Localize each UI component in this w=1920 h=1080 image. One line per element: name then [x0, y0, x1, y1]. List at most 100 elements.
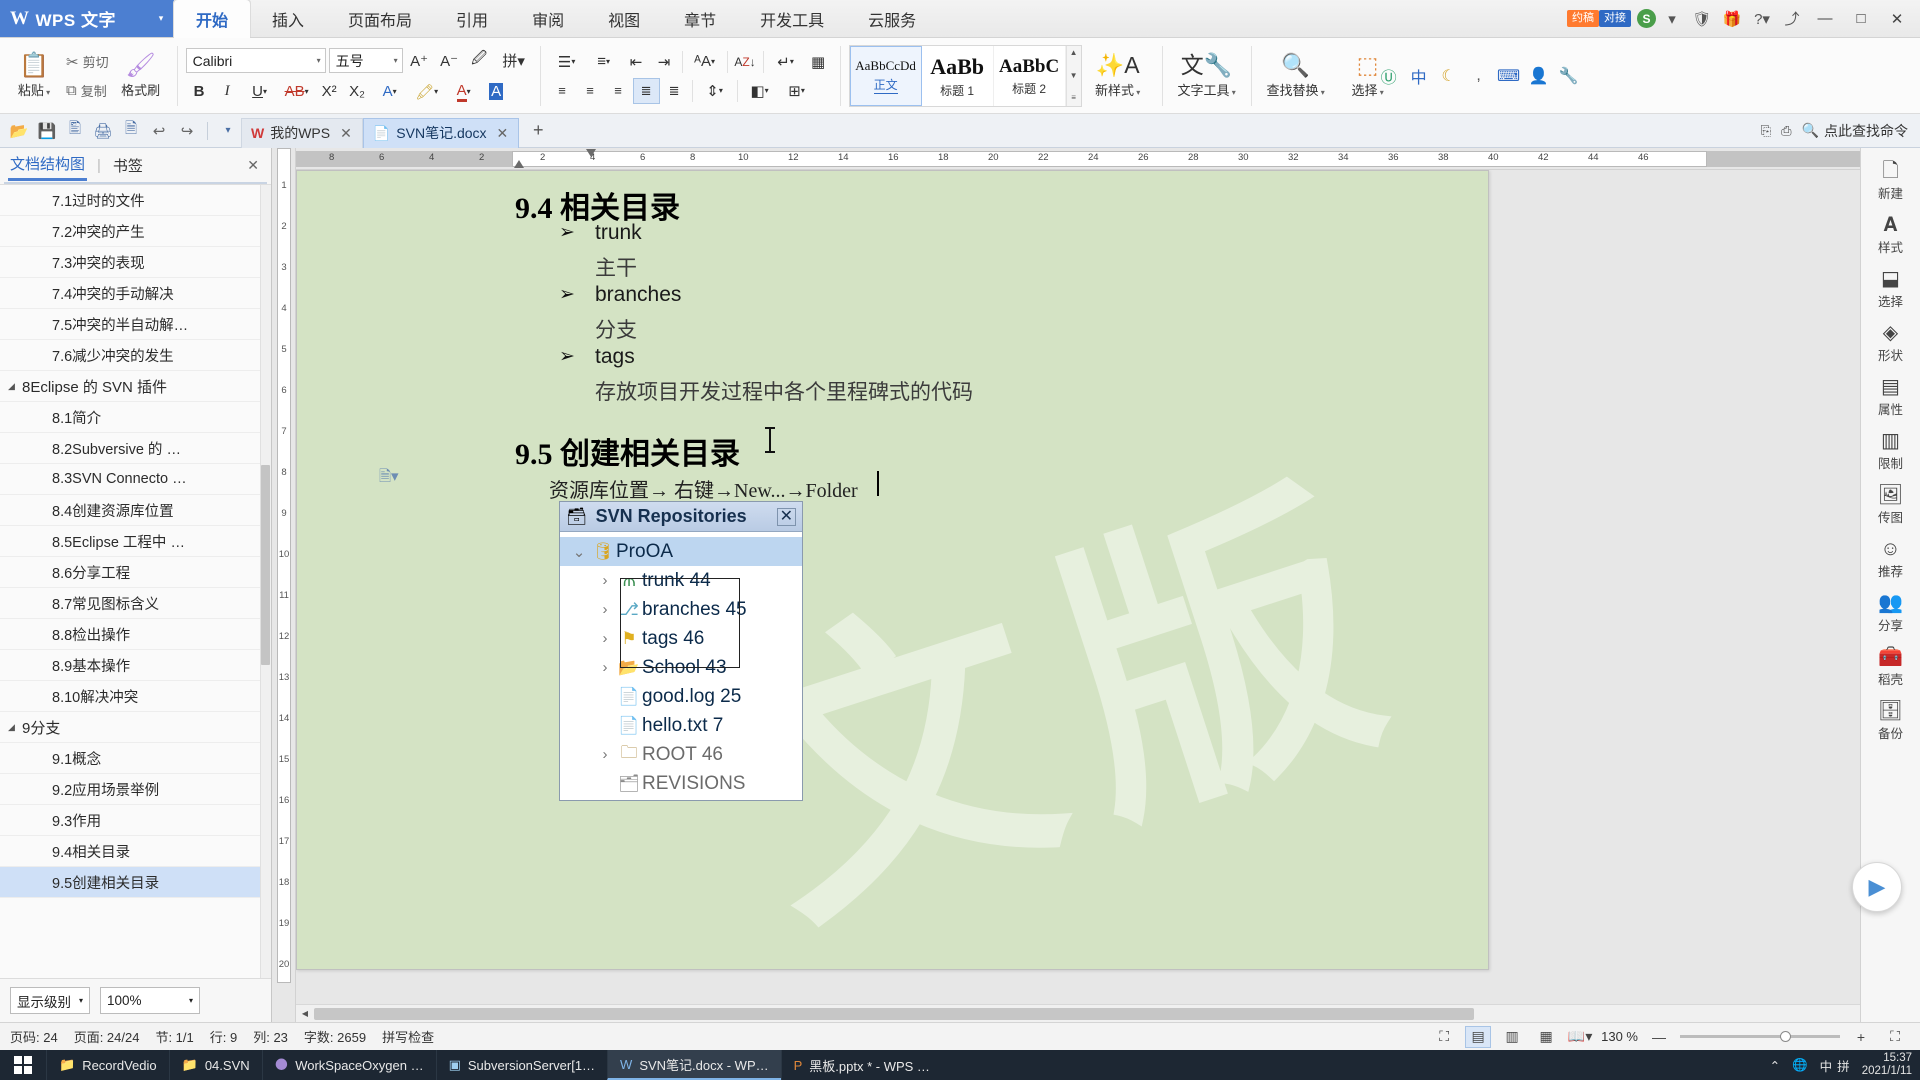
- scroll-left-icon[interactable]: ◀: [296, 1009, 314, 1018]
- pinyin-button[interactable]: ᴬA ▾: [687, 49, 723, 75]
- style-gallery-scroll[interactable]: ▲ ▼ ≡: [1065, 46, 1081, 106]
- align-center-button[interactable]: ≡: [577, 78, 604, 104]
- outline-item-8-4[interactable]: 8.4创建资源库位置: [0, 495, 271, 526]
- page-view-icon[interactable]: ▤: [1465, 1025, 1492, 1048]
- copy-button[interactable]: ⧉ 复制: [62, 77, 113, 104]
- cut-button[interactable]: ✂ 剪切: [62, 48, 113, 75]
- style-heading-1[interactable]: AaBb 标题 1: [922, 46, 994, 106]
- outline-item-8-10[interactable]: 8.10解决冲突: [0, 681, 271, 712]
- outline-item-7-6[interactable]: 7.6减少冲突的发生: [0, 340, 271, 371]
- display-level-select[interactable]: 显示级别 ▾: [10, 987, 91, 1014]
- document-outline-list[interactable]: 7.1过时的文件 7.2冲突的产生 7.3冲突的表现 7.4冲突的手动解决 7.…: [0, 184, 271, 978]
- distribute-button[interactable]: ≣: [661, 78, 688, 104]
- wrench-icon[interactable]: 🔧: [1556, 63, 1582, 89]
- outline-item-9-3[interactable]: 9.3作用: [0, 805, 271, 836]
- outline-item-8-2[interactable]: 8.2Subversive 的 …: [0, 433, 271, 464]
- align-right-button[interactable]: ≡: [605, 78, 632, 104]
- svn-tree-row-revisions[interactable]: 🗂 REVISIONS: [560, 769, 802, 798]
- right-tool-share[interactable]: 👥 分享: [1862, 586, 1920, 640]
- vertical-ruler[interactable]: 1 2 3 4 5 6 7 8 9 10 11 12 13 14 15 16 1…: [272, 148, 296, 1022]
- new-tab-button[interactable]: +: [525, 118, 551, 144]
- taskbar-app-04svn[interactable]: 📁 04.SVN: [168, 1050, 262, 1080]
- text-effects-button[interactable]: A ▾: [372, 79, 408, 105]
- expand-arrow-icon[interactable]: ⌄: [568, 543, 590, 561]
- outline-view-icon[interactable]: ▥: [1499, 1026, 1525, 1048]
- new-style-button[interactable]: ✨A 新样式: [1082, 42, 1154, 110]
- zoom-in-button[interactable]: +: [1848, 1026, 1874, 1048]
- justify-button[interactable]: ≣: [632, 77, 660, 104]
- outline-item-7-2[interactable]: 7.2冲突的产生: [0, 216, 271, 247]
- tray-chevron-icon[interactable]: ⌃: [1770, 1058, 1780, 1073]
- badge-right[interactable]: 对接: [1599, 10, 1631, 27]
- taskbar-app-svn-notes[interactable]: W SVN笔记.docx - WP…: [607, 1050, 781, 1080]
- tab-svn-notes[interactable]: 📄 SVN笔记.docx ✕: [362, 117, 520, 148]
- find-replace-button[interactable]: 🔍 查找替换: [1260, 42, 1332, 110]
- outline-item-9-2[interactable]: 9.2应用场景举例: [0, 774, 271, 805]
- shrink-font-button[interactable]: A⁻: [436, 48, 463, 74]
- horizontal-ruler[interactable]: 8 6 4 2 2 4 6 8 10 12 14 16 18 20 22 24 …: [296, 148, 1920, 170]
- right-tool-properties[interactable]: ▤ 属性: [1862, 370, 1920, 424]
- right-tool-recommend[interactable]: ☺ 推荐: [1862, 532, 1920, 586]
- right-tool-restrict[interactable]: ▥ 限制: [1862, 424, 1920, 478]
- scroll-up-icon[interactable]: ▲: [1067, 47, 1081, 60]
- first-line-indent-marker[interactable]: [586, 149, 596, 157]
- undo-icon[interactable]: ↩: [146, 118, 172, 144]
- outline-item-8-8[interactable]: 8.8检出操作: [0, 619, 271, 650]
- right-tool-select[interactable]: ⬓ 选择: [1862, 262, 1920, 316]
- full-screen-icon[interactable]: ⛶: [1431, 1026, 1457, 1048]
- taskbar-app-subversionserver[interactable]: ▣ SubversionServer[1…: [435, 1050, 607, 1080]
- outline-item-8-5[interactable]: 8.5Eclipse 工程中 …: [0, 526, 271, 557]
- ime-indicator[interactable]: 中 拼: [1820, 1056, 1850, 1075]
- minimize-button[interactable]: —: [1808, 0, 1842, 38]
- svn-tree-row-branches[interactable]: › ⎇ branches 45: [560, 595, 802, 624]
- expand-arrow-icon[interactable]: ›: [594, 630, 616, 647]
- taskbar-app-recordvedio[interactable]: 📁 RecordVedio: [46, 1050, 169, 1080]
- close-icon[interactable]: ✕: [340, 125, 352, 142]
- right-tool-backup[interactable]: 🗄 备份: [1862, 694, 1920, 748]
- underline-button[interactable]: U ▾: [242, 79, 278, 105]
- style-normal[interactable]: AaBbCcDd 正文: [849, 46, 922, 106]
- gift-icon[interactable]: 🎁: [1718, 4, 1746, 34]
- customize-icon[interactable]: ▾: [215, 118, 241, 144]
- style-heading-2[interactable]: AaBbC 标题 2: [994, 46, 1066, 106]
- borders-button[interactable]: ⊞ ▾: [779, 78, 815, 104]
- nav-zoom-select[interactable]: 100% ▾: [100, 987, 201, 1014]
- object-anchor-icon[interactable]: 🗎▾: [379, 466, 399, 491]
- right-tool-upload-image[interactable]: 🖼 传图: [1862, 478, 1920, 532]
- svn-tree-row-trunk[interactable]: › ⫙ trunk 44: [560, 566, 802, 595]
- outline-item-7-4[interactable]: 7.4冲突的手动解决: [0, 278, 271, 309]
- comma-icon[interactable]: ,: [1466, 63, 1492, 89]
- font-size-combo[interactable]: 五号 ▾: [328, 48, 403, 73]
- document-canvas[interactable]: 文 版 9.4 相关目录 ➢ trunk 主干 ➢ branches 分支 ➢ …: [296, 170, 1920, 1022]
- close-icon[interactable]: ✕: [497, 125, 509, 142]
- document-horizontal-scrollbar[interactable]: ◀ ▶: [296, 1004, 1920, 1022]
- expand-arrow-icon[interactable]: ›: [594, 659, 616, 676]
- tab-page-layout[interactable]: 页面布局: [326, 0, 434, 38]
- tab-sections[interactable]: 章节: [662, 0, 738, 38]
- svn-repositories-screenshot[interactable]: 🗃 SVN Repositories ✕ ⌄ 🛢 ProOA › ⫙ trunk…: [559, 501, 803, 801]
- outline-item-8-6[interactable]: 8.6分享工程: [0, 557, 271, 588]
- save-icon[interactable]: 💾: [34, 118, 60, 144]
- highlight-button[interactable]: 🖍 ▾: [409, 79, 445, 105]
- outline-item-8-7[interactable]: 8.7常见图标含义: [0, 588, 271, 619]
- right-tool-new[interactable]: 🗋 新建: [1862, 154, 1920, 208]
- numbering-button[interactable]: ≡ ▾: [586, 49, 622, 75]
- hanging-indent-marker[interactable]: [514, 160, 524, 168]
- help-icon[interactable]: ?▾: [1748, 4, 1776, 34]
- backstage-icon[interactable]: ⎘: [1761, 123, 1771, 139]
- export-pdf-icon[interactable]: 🗎: [118, 118, 144, 144]
- shield-icon[interactable]: 🛡: [1688, 4, 1716, 34]
- right-tool-shapes[interactable]: ◈ 形状: [1862, 316, 1920, 370]
- line-spacing-button[interactable]: ⇕ ▾: [697, 78, 733, 104]
- moon-icon[interactable]: ☾: [1436, 63, 1462, 89]
- hscrollbar-thumb[interactable]: [314, 1007, 1474, 1020]
- zoom-slider-knob[interactable]: [1780, 1031, 1791, 1042]
- superscript-button[interactable]: X²: [316, 79, 343, 105]
- collapse-triangle-icon[interactable]: ◢: [8, 722, 22, 733]
- text-tools-button[interactable]: 文🔧 文字工具: [1171, 42, 1243, 110]
- subscript-button[interactable]: X₂: [344, 79, 371, 105]
- format-painter-button[interactable]: 🖌 格式刷: [113, 42, 169, 110]
- status-spellcheck[interactable]: 拼写检查: [382, 1027, 434, 1046]
- right-tool-docer[interactable]: 🧰 稻壳: [1862, 640, 1920, 694]
- user-icon[interactable]: 👤: [1526, 63, 1552, 89]
